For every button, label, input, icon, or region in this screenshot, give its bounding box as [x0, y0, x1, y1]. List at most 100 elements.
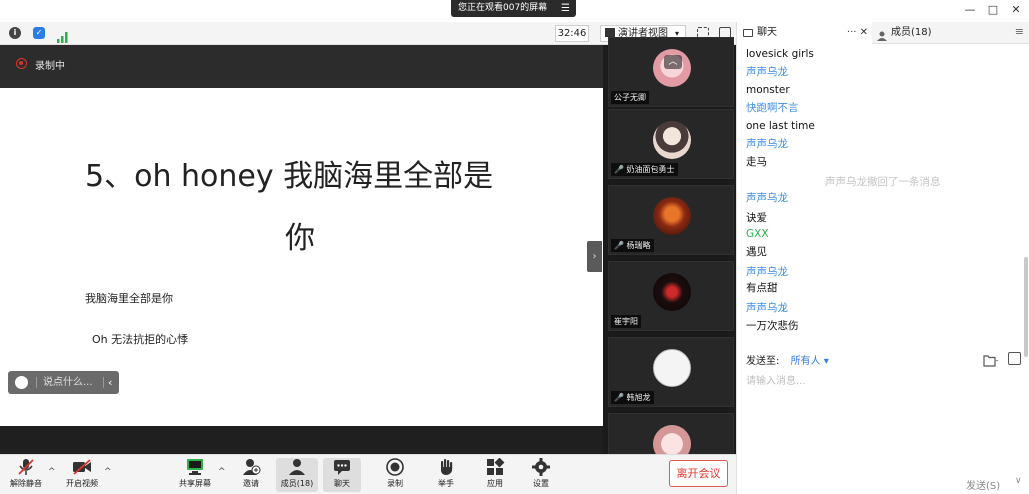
file-icon[interactable] [983, 352, 999, 367]
title-bar: 您正在观看007的屏幕 ☰ — □ ✕ [0, 0, 1029, 22]
slide-title-line1: 5、oh honey 我脑海里全部是 [85, 159, 494, 194]
message-text: 有点甜 [746, 282, 778, 294]
message-text: one last time [746, 120, 815, 132]
participant-gallery: ︿ 公子无卿 🎤 奶油面包勇士 🎤 杨瑞略 崔宇阳 🎤 韩旭龙 [603, 37, 736, 483]
participant-name: 公子无卿 [611, 91, 649, 104]
system-notice: 声声乌龙撤回了一条消息 [825, 176, 941, 188]
muted-mic-icon: 🎤 [614, 393, 624, 402]
settings-button[interactable]: 设置 [527, 458, 555, 489]
muted-mic-icon [16, 458, 36, 476]
message-sender: 声声乌龙 [746, 66, 788, 78]
control-bar: 解除静音 ^ 开启视频 ^ 共享屏幕 ^ 邀请 成员(18) 聊天 录制 举手 … [0, 454, 736, 494]
message-sender: 声声乌龙 [746, 266, 788, 278]
leave-meeting-button[interactable]: 离开会议 [669, 460, 728, 487]
participant-tile[interactable]: 🎤 韩旭龙 [608, 337, 734, 407]
chevron-up-icon[interactable]: ^ [218, 467, 226, 477]
send-button[interactable]: 发送(S) [966, 477, 1000, 492]
slide-title: 5、oh honey 我脑海里全部是 你 [85, 146, 535, 270]
participant-tile[interactable]: 崔宇阳 [608, 261, 734, 331]
send-to-row: 发送至: 所有人 ▾ [746, 352, 829, 367]
unmute-button[interactable]: 解除静音 [5, 458, 47, 489]
layout-icon [605, 28, 615, 37]
chat-messages: lovesick girls 声声乌龙 monster 快跑啊不言 one last t… [737, 44, 1025, 366]
participant-name: 崔宇阳 [611, 315, 641, 328]
recording-label: 录制中 [35, 61, 65, 72]
screen-share-banner[interactable]: 您正在观看007的屏幕 ☰ [451, 0, 576, 17]
message-text: 走马 [746, 156, 767, 168]
close-button[interactable]: ✕ [1007, 2, 1025, 18]
screenshot-icon[interactable] [1008, 352, 1021, 365]
chat-input[interactable] [746, 372, 1021, 390]
participant-tile[interactable]: 🎤 杨瑞略 [608, 185, 734, 255]
start-video-button[interactable]: 开启视频 [62, 458, 102, 489]
message-text: 一万次悲伤 [746, 320, 799, 332]
emoji-icon[interactable] [15, 376, 28, 389]
message-sender: 声声乌龙 [746, 302, 788, 314]
info-icon[interactable]: i [9, 27, 21, 39]
settings-icon [531, 458, 551, 476]
share-screen-button[interactable]: 共享屏幕 [175, 458, 215, 489]
apps-button[interactable]: 应用 [481, 457, 509, 489]
avatar [653, 197, 691, 235]
presentation-slide: 5、oh honey 我脑海里全部是 你 我脑海里全部是你 Oh 无法抗拒的心悸… [0, 88, 603, 426]
message-sender: 声声乌龙 [746, 192, 788, 204]
apps-icon [485, 457, 505, 476]
raise-hand-button[interactable]: 举手 [432, 458, 460, 489]
tab-members-label: 成员(18) [891, 27, 932, 38]
meeting-window: 您正在观看007的屏幕 ☰ — □ ✕ i ✓ 32:46 演讲者视图 ▾ 录制… [0, 0, 1029, 494]
participant-tile[interactable]: ︿ 公子无卿 [608, 37, 734, 107]
person-icon [877, 28, 887, 41]
message-text: 遇见 [746, 246, 767, 258]
participant-name: 🎤 奶油面包勇士 [611, 163, 678, 176]
recipient-dropdown[interactable]: 所有人 ▾ [791, 356, 829, 367]
recording-bar: 录制中 [0, 45, 603, 88]
message-text: lovesick girls [746, 48, 814, 60]
share-screen-icon [185, 458, 205, 476]
muted-mic-icon: 🎤 [614, 241, 624, 250]
message-sender: GXX [746, 228, 769, 240]
record-button[interactable]: 录制 [381, 458, 409, 489]
maximize-button[interactable]: □ [984, 2, 1002, 18]
avatar [653, 121, 691, 159]
message-text: 诀爱 [746, 212, 767, 224]
invite-button[interactable]: 邀请 [237, 458, 265, 489]
chat-button[interactable]: 聊天 [323, 458, 361, 492]
comment-bar[interactable]: 说点什么... ‹ [8, 371, 119, 394]
members-button[interactable]: 成员(18) [276, 458, 318, 492]
chat-panel: 聊天 ··· ✕ 成员(18) ≡ lovesick girls 声声乌龙 mons… [736, 22, 1029, 494]
shield-icon[interactable]: ✓ [33, 27, 45, 39]
raise-hand-icon [436, 458, 456, 476]
message-text: monster [746, 84, 790, 96]
chat-scrollbar[interactable] [1024, 257, 1028, 357]
slide-line: 我脑海里全部是你 [85, 292, 173, 305]
collapse-comment-icon[interactable]: ‹ [108, 371, 112, 394]
panel-menu-icon[interactable]: ≡ [1015, 25, 1024, 38]
tab-chat-controls[interactable]: ··· ✕ [847, 22, 868, 44]
invite-icon [241, 458, 261, 476]
tab-members[interactable]: 成员(18) [874, 22, 1014, 44]
signal-icon[interactable] [57, 28, 69, 43]
chevron-up-icon[interactable]: ︿ [664, 55, 682, 69]
comment-input[interactable]: 说点什么... [43, 371, 93, 394]
chevron-up-icon[interactable]: ^ [48, 467, 56, 477]
send-to-label: 发送至: [746, 356, 780, 367]
members-icon [287, 458, 307, 476]
hamburger-icon[interactable]: ☰ [561, 0, 570, 17]
shared-screen-area: 录制中 5、oh honey 我脑海里全部是 你 我脑海里全部是你 Oh 无法抗… [0, 45, 603, 454]
record-icon [385, 458, 405, 476]
recording-icon [16, 58, 27, 69]
tab-chat-label: 聊天 [757, 27, 777, 38]
banner-text: 您正在观看007的屏幕 [458, 3, 548, 13]
avatar [653, 349, 691, 387]
minimize-button[interactable]: — [961, 2, 979, 18]
chevron-down-icon[interactable]: ∨ [1015, 476, 1022, 486]
collapse-thumbnails-button[interactable]: › [587, 241, 602, 272]
meeting-timer: 32:46 [555, 25, 589, 42]
participant-name: 🎤 韩旭龙 [611, 391, 654, 404]
video-off-icon [72, 458, 92, 476]
tab-chat[interactable]: 聊天 ··· ✕ [737, 22, 872, 44]
chat-icon [743, 29, 753, 37]
participant-tile[interactable]: 🎤 奶油面包勇士 [608, 109, 734, 179]
chevron-up-icon[interactable]: ^ [104, 467, 112, 477]
avatar [653, 273, 691, 311]
